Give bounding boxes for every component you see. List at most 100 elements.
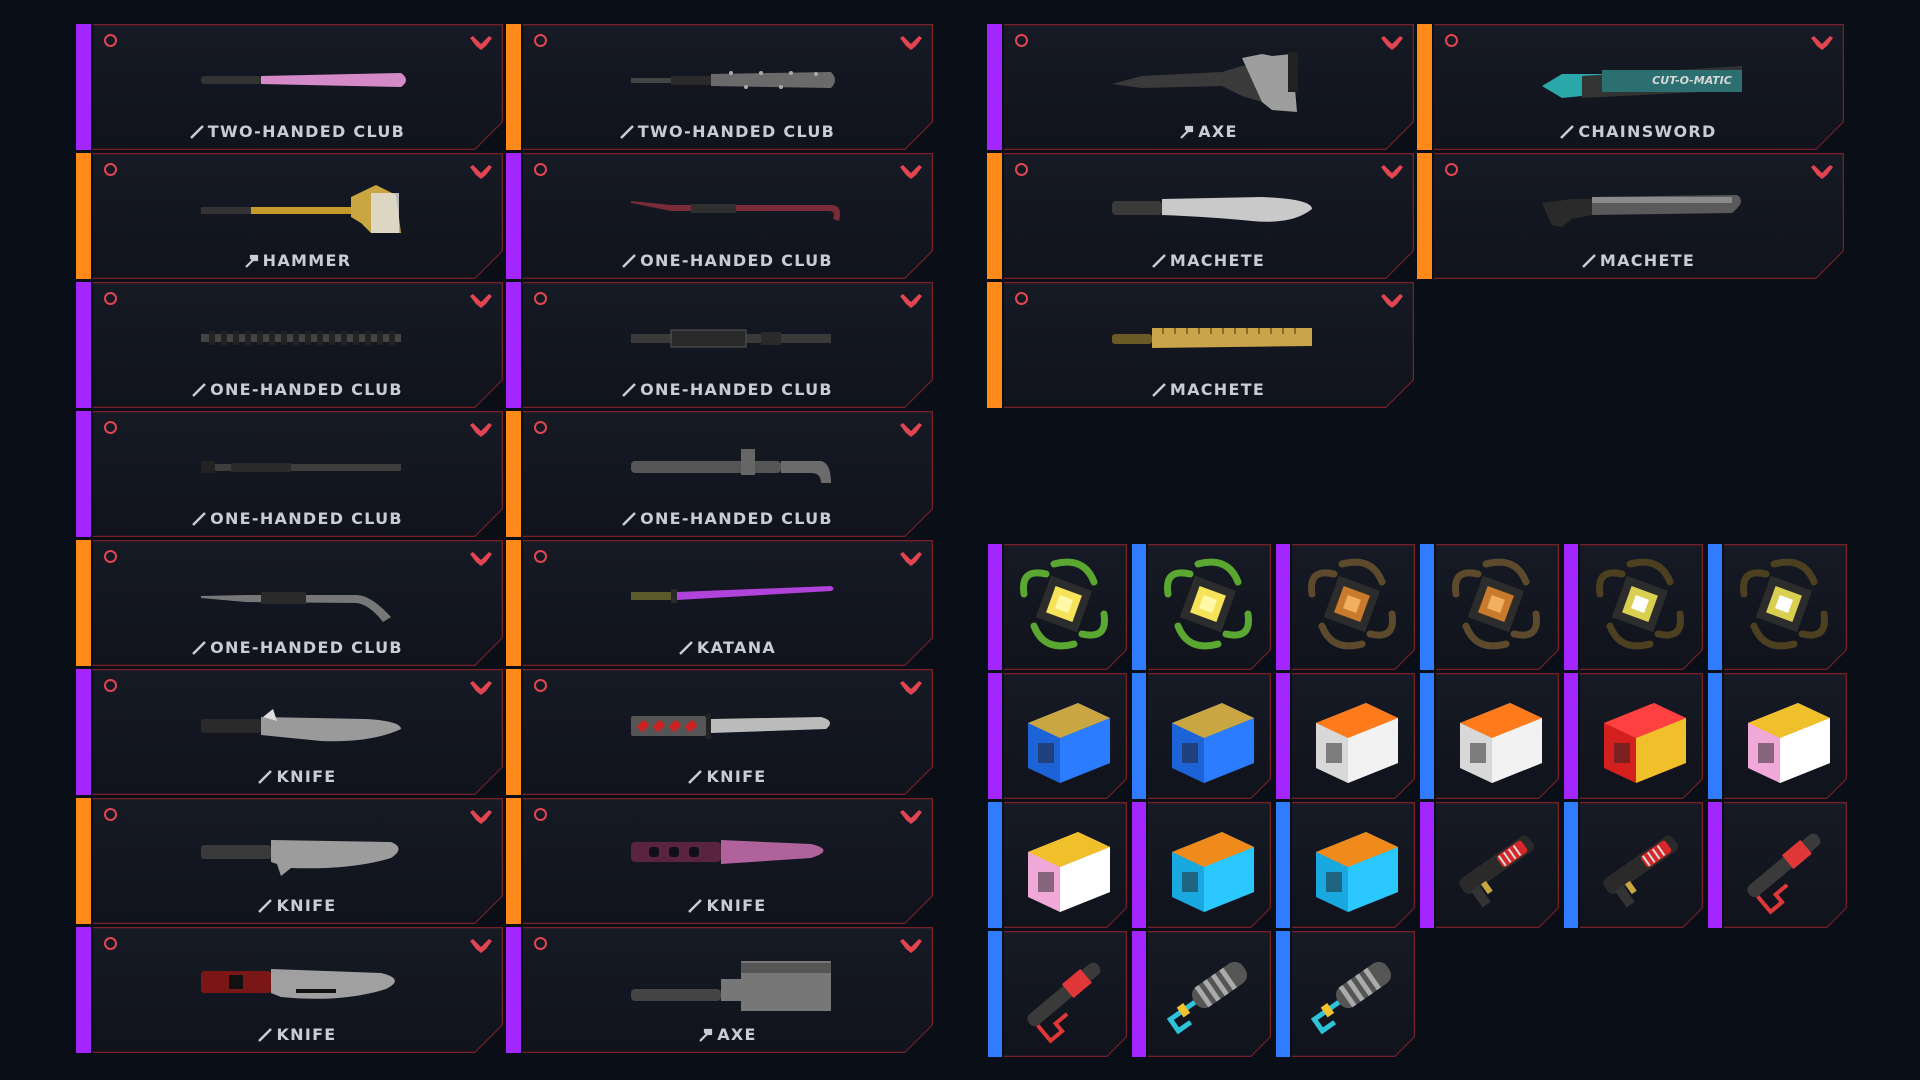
mod-tile[interactable] [1564, 802, 1703, 928]
favorite-heart-icon[interactable] [467, 806, 495, 830]
weapon-card[interactable]: ONE-HANDED CLUB [76, 540, 503, 666]
select-circle-icon[interactable] [104, 34, 117, 47]
select-circle-icon[interactable] [1445, 163, 1458, 176]
mod-tile[interactable] [988, 931, 1127, 1057]
gold-machete-image [1067, 304, 1367, 374]
chain-baton-image [156, 304, 456, 374]
favorite-heart-icon[interactable] [897, 290, 925, 314]
mod-tile[interactable] [988, 802, 1127, 928]
weapon-card[interactable]: ONE-HANDED CLUB [506, 282, 933, 408]
pink-box-image [1728, 683, 1840, 789]
mod-tile[interactable] [1132, 544, 1271, 670]
weapon-card[interactable]: MACHETE [1417, 153, 1844, 279]
mod-tile[interactable] [1420, 802, 1559, 928]
mod-tile[interactable] [1420, 673, 1559, 799]
select-circle-icon[interactable] [104, 808, 117, 821]
blade-icon [687, 898, 702, 917]
weapon-card[interactable]: ONE-HANDED CLUB [506, 411, 933, 537]
select-circle-icon[interactable] [534, 292, 547, 305]
weapon-card[interactable]: KNIFE [76, 927, 503, 1053]
weapon-card[interactable]: AXE [506, 927, 933, 1053]
cyan-cylinder-image [1152, 941, 1264, 1047]
favorite-heart-icon[interactable] [467, 290, 495, 314]
weapon-card[interactable]: AXE [987, 24, 1414, 150]
favorite-heart-icon[interactable] [467, 677, 495, 701]
favorite-heart-icon[interactable] [1378, 32, 1406, 56]
weapon-card[interactable]: KNIFE [76, 798, 503, 924]
mod-tile[interactable] [1276, 673, 1415, 799]
mod-tile[interactable] [1276, 931, 1415, 1057]
mod-tile[interactable] [1708, 802, 1847, 928]
weapon-type-label: MACHETE [1432, 251, 1844, 272]
weapon-card[interactable]: KNIFE [506, 798, 933, 924]
favorite-heart-icon[interactable] [897, 32, 925, 56]
mod-tile[interactable] [988, 673, 1127, 799]
select-circle-icon[interactable] [534, 937, 547, 950]
favorite-heart-icon[interactable] [897, 677, 925, 701]
select-circle-icon[interactable] [534, 808, 547, 821]
weapon-card[interactable]: KNIFE [76, 669, 503, 795]
mod-tile[interactable] [1708, 544, 1847, 670]
weapon-type-text: KNIFE [276, 767, 337, 786]
select-circle-icon[interactable] [534, 34, 547, 47]
weapon-card[interactable]: TWO-HANDED CLUB [506, 24, 933, 150]
select-circle-icon[interactable] [534, 550, 547, 563]
mod-tile[interactable] [1132, 673, 1271, 799]
mod-tile[interactable] [1276, 544, 1415, 670]
weapon-card[interactable]: MACHETE [987, 282, 1414, 408]
select-circle-icon[interactable] [534, 163, 547, 176]
weapon-card[interactable]: ONE-HANDED CLUB [76, 282, 503, 408]
pink-knife-image [586, 820, 886, 890]
rarity-bar [987, 153, 1002, 279]
select-circle-icon[interactable] [1445, 34, 1458, 47]
select-circle-icon[interactable] [104, 679, 117, 692]
mod-tile[interactable] [1564, 544, 1703, 670]
select-circle-icon[interactable] [1015, 292, 1028, 305]
weapon-card[interactable]: KNIFE [506, 669, 933, 795]
favorite-heart-icon[interactable] [897, 548, 925, 572]
select-circle-icon[interactable] [1015, 34, 1028, 47]
weapon-card[interactable]: CUT-O-MATIC CHAINSWORD [1417, 24, 1844, 150]
favorite-heart-icon[interactable] [897, 419, 925, 443]
favorite-heart-icon[interactable] [467, 548, 495, 572]
select-circle-icon[interactable] [104, 550, 117, 563]
favorite-heart-icon[interactable] [897, 935, 925, 959]
weapon-type-label: ONE-HANDED CLUB [91, 380, 503, 401]
mod-tile[interactable] [1132, 802, 1271, 928]
favorite-heart-icon[interactable] [467, 161, 495, 185]
weapon-card[interactable]: HAMMER [76, 153, 503, 279]
mod-tile[interactable] [1564, 673, 1703, 799]
weapon-card[interactable]: KATANA [506, 540, 933, 666]
weapon-card[interactable]: ONE-HANDED CLUB [506, 153, 933, 279]
favorite-heart-icon[interactable] [467, 32, 495, 56]
mod-tile[interactable] [1132, 931, 1271, 1057]
rarity-bar [76, 927, 91, 1053]
favorite-heart-icon[interactable] [1808, 161, 1836, 185]
favorite-heart-icon[interactable] [1378, 290, 1406, 314]
select-circle-icon[interactable] [104, 421, 117, 434]
select-circle-icon[interactable] [534, 679, 547, 692]
mod-tile[interactable] [1708, 673, 1847, 799]
favorite-heart-icon[interactable] [467, 419, 495, 443]
select-circle-icon[interactable] [104, 937, 117, 950]
weapon-card[interactable]: ONE-HANDED CLUB [76, 411, 503, 537]
favorite-heart-icon[interactable] [467, 935, 495, 959]
mod-tile[interactable] [988, 544, 1127, 670]
rarity-bar [1132, 673, 1146, 799]
favorite-heart-icon[interactable] [897, 806, 925, 830]
hammer-icon [1178, 124, 1194, 143]
select-circle-icon[interactable] [1015, 163, 1028, 176]
rarity-bar [506, 153, 521, 279]
weapon-card[interactable]: TWO-HANDED CLUB [76, 24, 503, 150]
mod-tile[interactable] [1276, 802, 1415, 928]
select-circle-icon[interactable] [534, 421, 547, 434]
favorite-heart-icon[interactable] [1808, 32, 1836, 56]
select-circle-icon[interactable] [104, 292, 117, 305]
weapon-card[interactable]: MACHETE [987, 153, 1414, 279]
favorite-heart-icon[interactable] [1378, 161, 1406, 185]
rarity-bar [1420, 802, 1434, 928]
weapon-type-label: KNIFE [521, 767, 933, 788]
select-circle-icon[interactable] [104, 163, 117, 176]
favorite-heart-icon[interactable] [897, 161, 925, 185]
mod-tile[interactable] [1420, 544, 1559, 670]
